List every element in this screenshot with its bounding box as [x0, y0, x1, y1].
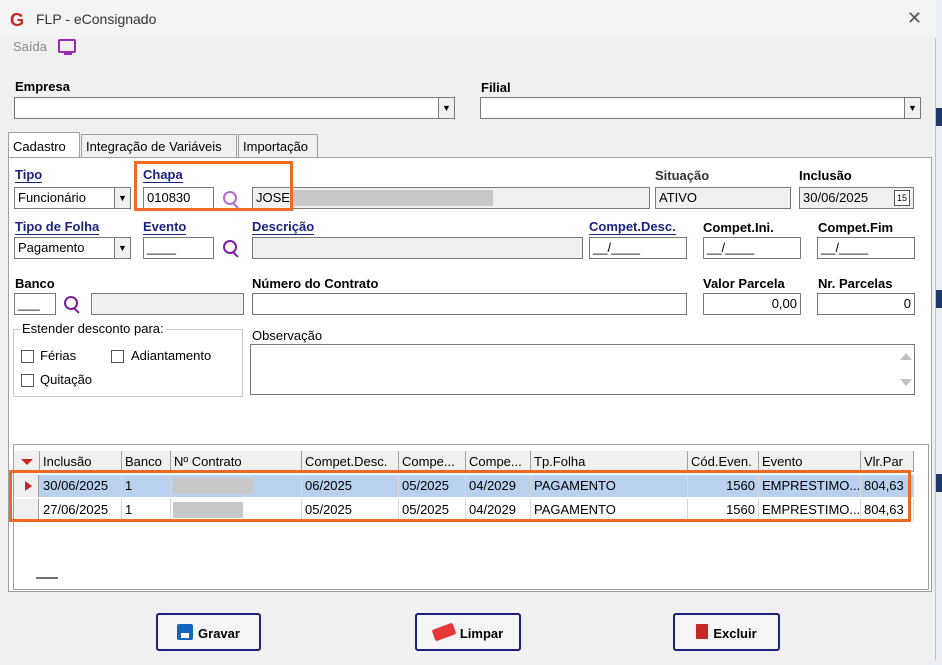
- quitacao-label: Quitação: [40, 372, 93, 387]
- tipo-select[interactable]: Funcionário ▼: [14, 187, 131, 209]
- estender-desconto-group: Estender desconto para: Férias Adiantame…: [13, 321, 243, 397]
- search-icon[interactable]: [63, 295, 81, 313]
- nr-parcelas-label: Nr. Parcelas: [818, 276, 893, 291]
- gravar-label: Gravar: [198, 626, 240, 642]
- chevron-down-icon[interactable]: ▼: [114, 238, 130, 258]
- situacao-field: ATIVO: [655, 187, 791, 209]
- numero-contrato-input[interactable]: [252, 293, 687, 315]
- gravar-button[interactable]: Gravar: [156, 613, 261, 651]
- inclusao-value: 30/06/2025: [803, 190, 869, 205]
- highlight-chapa: [134, 161, 293, 211]
- trash-icon: [696, 624, 709, 640]
- banco-nome-field: [91, 293, 244, 315]
- compet-ini-input[interactable]: __/____: [703, 237, 801, 259]
- descricao-label: Descrição: [252, 219, 315, 235]
- col-compet-desc[interactable]: Compet.Desc.: [302, 451, 399, 472]
- col-compet-ini[interactable]: Compe...: [399, 451, 466, 472]
- situacao-label: Situação: [655, 168, 710, 183]
- app-logo-icon: G: [10, 10, 25, 30]
- close-icon[interactable]: ✕: [907, 8, 922, 29]
- banco-label: Banco: [15, 276, 55, 291]
- limpar-label: Limpar: [459, 626, 504, 642]
- redacted-name: [293, 190, 493, 206]
- menu-saida[interactable]: Saída: [13, 39, 47, 54]
- banco-input[interactable]: ___: [14, 293, 56, 315]
- monitor-icon[interactable]: [58, 39, 76, 55]
- filial-select[interactable]: ▼: [480, 97, 921, 119]
- sort-down-icon: [21, 459, 33, 465]
- grid-scroll-handle[interactable]: [36, 577, 58, 579]
- tab-cadastro[interactable]: Cadastro: [8, 132, 80, 158]
- col-compet-fim[interactable]: Compe...: [466, 451, 531, 472]
- compet-ini-label: Compet.Ini.: [703, 220, 774, 235]
- tipo-label: Tipo: [15, 167, 43, 183]
- col-vlr-par[interactable]: Vlr.Par: [861, 451, 914, 472]
- compet-desc-label: Compet.Desc.: [589, 219, 676, 235]
- nr-parcelas-input[interactable]: 0: [817, 293, 915, 315]
- excluir-button[interactable]: Excluir: [673, 613, 780, 651]
- calendar-icon[interactable]: 15: [894, 190, 910, 206]
- title-bar: G FLP - eConsignado ✕: [0, 0, 936, 38]
- chevron-down-icon[interactable]: ▼: [114, 188, 130, 208]
- empresa-label: Empresa: [15, 79, 70, 94]
- col-evento[interactable]: Evento: [759, 451, 861, 472]
- filial-label: Filial: [481, 80, 511, 95]
- chevron-down-icon[interactable]: ▼: [904, 98, 920, 118]
- adiantamento-label: Adiantamento: [131, 348, 212, 363]
- compet-fim-input[interactable]: __/____: [817, 237, 915, 259]
- scroll-up-icon[interactable]: [900, 353, 912, 360]
- tipo-folha-value: Pagamento: [18, 240, 85, 255]
- compet-desc-input[interactable]: __/____: [589, 237, 687, 259]
- col-nr-contrato[interactable]: Nº Contrato: [171, 451, 302, 472]
- save-icon: [177, 623, 194, 640]
- ferias-label: Férias: [40, 348, 77, 363]
- quitacao-checkbox[interactable]: [21, 374, 34, 387]
- observacao-textarea[interactable]: [250, 344, 915, 395]
- observacao-label: Observação: [252, 328, 323, 343]
- main-window: G FLP - eConsignado ✕ Saída Empresa ▼ Fi…: [0, 0, 936, 660]
- estender-desconto-title: Estender desconto para:: [20, 321, 166, 336]
- tipo-folha-select[interactable]: Pagamento ▼: [14, 237, 131, 259]
- chevron-down-icon[interactable]: ▼: [438, 98, 454, 118]
- highlight-grid-rows: [9, 470, 911, 522]
- observacao-scrollbar[interactable]: [897, 345, 914, 394]
- col-banco[interactable]: Banco: [122, 451, 171, 472]
- eraser-icon: [431, 622, 457, 641]
- tipo-folha-label: Tipo de Folha: [15, 219, 100, 235]
- inclusao-date-field[interactable]: 30/06/2025 15: [799, 187, 914, 209]
- inclusao-label: Inclusão: [799, 168, 852, 183]
- valor-parcela-input[interactable]: 0,00: [703, 293, 801, 315]
- tipo-value: Funcionário: [18, 190, 86, 205]
- grid-header: Inclusão Banco Nº Contrato Compet.Desc. …: [14, 451, 914, 472]
- scroll-down-icon[interactable]: [900, 379, 912, 386]
- col-tp-folha[interactable]: Tp.Folha: [531, 451, 688, 472]
- numero-contrato-label: Número do Contrato: [252, 276, 379, 291]
- evento-label: Evento: [143, 219, 187, 235]
- descricao-field: [252, 237, 583, 259]
- excluir-label: Excluir: [713, 626, 757, 642]
- tab-integracao-variaveis[interactable]: Integração de Variáveis: [81, 134, 237, 158]
- search-icon[interactable]: [222, 239, 240, 257]
- ferias-checkbox[interactable]: [21, 350, 34, 363]
- funcionario-nome-field: JOSE: [252, 187, 650, 209]
- empresa-select[interactable]: ▼: [14, 97, 455, 119]
- col-inclusao[interactable]: Inclusão: [40, 451, 122, 472]
- evento-input[interactable]: ____: [143, 237, 214, 259]
- grid-sort-cell[interactable]: [14, 451, 40, 472]
- window-title: FLP - eConsignado: [36, 11, 157, 27]
- valor-parcela-label: Valor Parcela: [703, 276, 785, 291]
- tab-importacao[interactable]: Importação: [238, 134, 318, 158]
- limpar-button[interactable]: Limpar: [415, 613, 521, 651]
- compet-fim-label: Compet.Fim: [818, 220, 894, 235]
- adiantamento-checkbox[interactable]: [111, 350, 124, 363]
- col-cod-even[interactable]: Cód.Even.: [688, 451, 759, 472]
